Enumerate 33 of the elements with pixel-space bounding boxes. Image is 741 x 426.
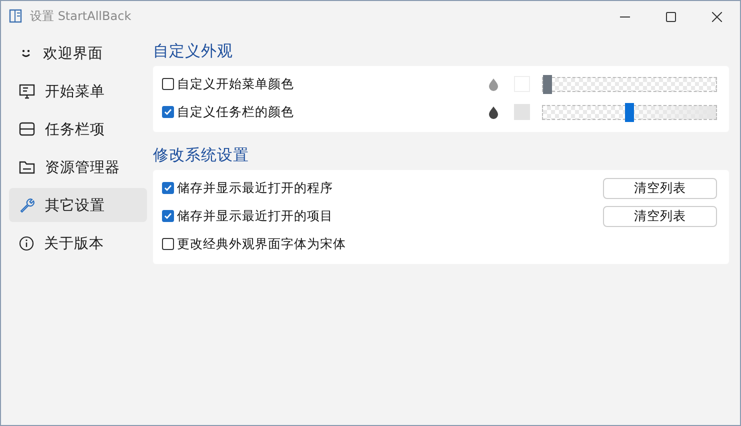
color-swatch[interactable]	[514, 104, 530, 120]
sidebar-item[interactable]: 欢迎界面	[9, 36, 147, 70]
checkbox[interactable]: 储存并显示最近打开的程序	[162, 180, 333, 196]
panel-icon	[19, 122, 35, 136]
checkbox[interactable]: 自定义开始菜单颜色	[162, 76, 294, 92]
sidebar-item[interactable]: 关于版本	[9, 226, 147, 260]
slider[interactable]	[542, 76, 717, 92]
section-title: 自定义外观	[153, 40, 234, 62]
checkbox[interactable]: 自定义任务栏的颜色	[162, 104, 294, 120]
checkbox[interactable]: 更改经典外观界面字体为宋体	[162, 236, 346, 252]
section-title: 修改系统设置	[153, 144, 250, 166]
slider-thumb[interactable]	[543, 74, 552, 94]
sidebar-item[interactable]: 任务栏项	[9, 112, 147, 146]
sidebar-item[interactable]: 开始菜单	[9, 74, 147, 108]
sidebar-item[interactable]: 资源管理器	[9, 150, 147, 184]
clear-list-button[interactable]: 清空列表	[603, 206, 717, 226]
checkmark-icon	[164, 108, 172, 116]
close-icon	[712, 12, 722, 22]
checkbox[interactable]: 储存并显示最近打开的项目	[162, 208, 333, 224]
slider-thumb[interactable]	[625, 102, 634, 122]
folder-icon	[19, 160, 35, 174]
sidebar-item[interactable]: 其它设置	[9, 188, 147, 222]
monitor-icon	[19, 84, 35, 98]
checkmark-icon	[164, 212, 172, 220]
window-title: 设置 StartAllBack	[30, 8, 132, 25]
wrench-icon	[19, 197, 35, 213]
drop-icon[interactable]	[488, 106, 499, 118]
info-icon	[19, 236, 34, 250]
checkmark-icon	[164, 184, 172, 192]
maximize-icon	[666, 12, 676, 22]
app-icon	[9, 9, 23, 24]
clear-list-button[interactable]: 清空列表	[603, 178, 717, 198]
slider[interactable]	[542, 104, 717, 120]
